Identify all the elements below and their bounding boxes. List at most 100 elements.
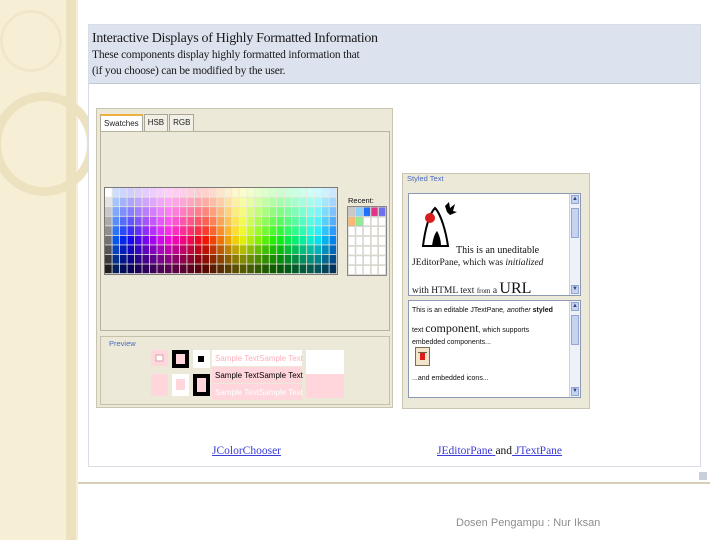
color-swatch[interactable]	[239, 226, 247, 235]
color-swatch[interactable]	[322, 245, 329, 255]
color-swatch[interactable]	[247, 188, 254, 197]
color-swatch[interactable]	[134, 254, 142, 264]
color-swatch[interactable]	[217, 197, 224, 207]
color-swatch[interactable]	[194, 226, 202, 235]
color-swatch[interactable]	[217, 207, 224, 216]
color-swatch[interactable]	[194, 235, 202, 245]
color-swatch[interactable]	[187, 207, 195, 216]
recent-swatch[interactable]	[355, 236, 363, 246]
color-swatch[interactable]	[164, 197, 172, 207]
color-swatch[interactable]	[134, 188, 142, 197]
color-swatch[interactable]	[112, 245, 120, 255]
recent-swatch[interactable]	[378, 246, 386, 256]
color-swatch[interactable]	[284, 245, 292, 255]
color-swatch[interactable]	[322, 226, 329, 235]
color-swatch[interactable]	[105, 197, 112, 207]
color-swatch[interactable]	[112, 197, 120, 207]
color-swatch[interactable]	[112, 207, 120, 216]
color-swatch[interactable]	[105, 188, 112, 197]
color-swatch[interactable]	[164, 264, 172, 274]
color-swatch[interactable]	[224, 235, 232, 245]
color-swatch[interactable]	[239, 235, 247, 245]
color-swatch[interactable]	[254, 245, 262, 255]
color-swatch[interactable]	[157, 235, 165, 245]
color-swatch[interactable]	[105, 216, 112, 226]
color-swatch[interactable]	[105, 207, 112, 216]
scroll-up-icon[interactable]: ▲	[571, 195, 579, 204]
color-swatch[interactable]	[329, 235, 337, 245]
color-swatch[interactable]	[157, 216, 165, 226]
color-swatch[interactable]	[277, 207, 284, 216]
color-swatch[interactable]	[254, 264, 262, 274]
color-swatch[interactable]	[224, 188, 232, 197]
color-swatch[interactable]	[239, 264, 247, 274]
color-swatch[interactable]	[172, 254, 180, 264]
color-swatch[interactable]	[284, 207, 292, 216]
color-swatch[interactable]	[254, 207, 262, 216]
recent-swatch[interactable]	[378, 236, 386, 246]
color-swatch[interactable]	[247, 226, 254, 235]
recent-swatch[interactable]	[363, 207, 371, 217]
color-swatch[interactable]	[314, 245, 322, 255]
color-swatch[interactable]	[179, 254, 187, 264]
color-swatch[interactable]	[254, 188, 262, 197]
color-swatch[interactable]	[262, 226, 269, 235]
color-swatch[interactable]	[172, 264, 180, 274]
recent-swatch[interactable]	[370, 255, 379, 265]
color-swatch[interactable]	[164, 245, 172, 255]
swatch-grid[interactable]	[104, 187, 338, 275]
color-swatch[interactable]	[209, 264, 217, 274]
color-swatch[interactable]	[262, 235, 269, 245]
jcolorchooser-link[interactable]: JColorChooser	[212, 445, 281, 457]
embedded-component-icon[interactable]	[415, 347, 430, 366]
recent-swatch[interactable]	[355, 265, 363, 275]
color-swatch[interactable]	[269, 216, 277, 226]
color-swatch[interactable]	[329, 254, 337, 264]
color-swatch[interactable]	[142, 207, 150, 216]
color-swatch[interactable]	[194, 216, 202, 226]
color-swatch[interactable]	[292, 264, 299, 274]
color-swatch[interactable]	[112, 188, 120, 197]
color-swatch[interactable]	[314, 235, 322, 245]
color-swatch[interactable]	[224, 245, 232, 255]
color-swatch[interactable]	[314, 188, 322, 197]
color-swatch[interactable]	[172, 226, 180, 235]
scroll-thumb[interactable]	[571, 315, 579, 345]
color-swatch[interactable]	[269, 188, 277, 197]
color-swatch[interactable]	[262, 216, 269, 226]
color-swatch[interactable]	[172, 216, 180, 226]
color-swatch[interactable]	[134, 216, 142, 226]
color-swatch[interactable]	[232, 188, 239, 197]
color-swatch[interactable]	[187, 226, 195, 235]
color-swatch[interactable]	[292, 216, 299, 226]
color-swatch[interactable]	[134, 264, 142, 274]
color-swatch[interactable]	[187, 188, 195, 197]
color-swatch[interactable]	[202, 264, 209, 274]
color-swatch[interactable]	[292, 207, 299, 216]
color-swatch[interactable]	[329, 207, 337, 216]
color-swatch[interactable]	[232, 245, 239, 255]
color-swatch[interactable]	[112, 264, 120, 274]
color-swatch[interactable]	[247, 216, 254, 226]
color-swatch[interactable]	[254, 216, 262, 226]
color-swatch[interactable]	[329, 245, 337, 255]
tab-rgb[interactable]: RGB	[169, 114, 195, 131]
color-swatch[interactable]	[329, 188, 337, 197]
color-swatch[interactable]	[134, 226, 142, 235]
color-swatch[interactable]	[142, 235, 150, 245]
color-swatch[interactable]	[119, 207, 127, 216]
recent-swatch[interactable]	[348, 226, 356, 236]
color-swatch[interactable]	[277, 254, 284, 264]
color-swatch[interactable]	[224, 254, 232, 264]
color-swatch[interactable]	[105, 245, 112, 255]
color-swatch[interactable]	[209, 226, 217, 235]
color-swatch[interactable]	[194, 197, 202, 207]
color-swatch[interactable]	[142, 188, 150, 197]
color-swatch[interactable]	[247, 254, 254, 264]
color-swatch[interactable]	[277, 226, 284, 235]
color-swatch[interactable]	[164, 235, 172, 245]
color-swatch[interactable]	[157, 197, 165, 207]
color-swatch[interactable]	[179, 245, 187, 255]
recent-swatch[interactable]	[355, 216, 363, 227]
color-swatch[interactable]	[119, 197, 127, 207]
